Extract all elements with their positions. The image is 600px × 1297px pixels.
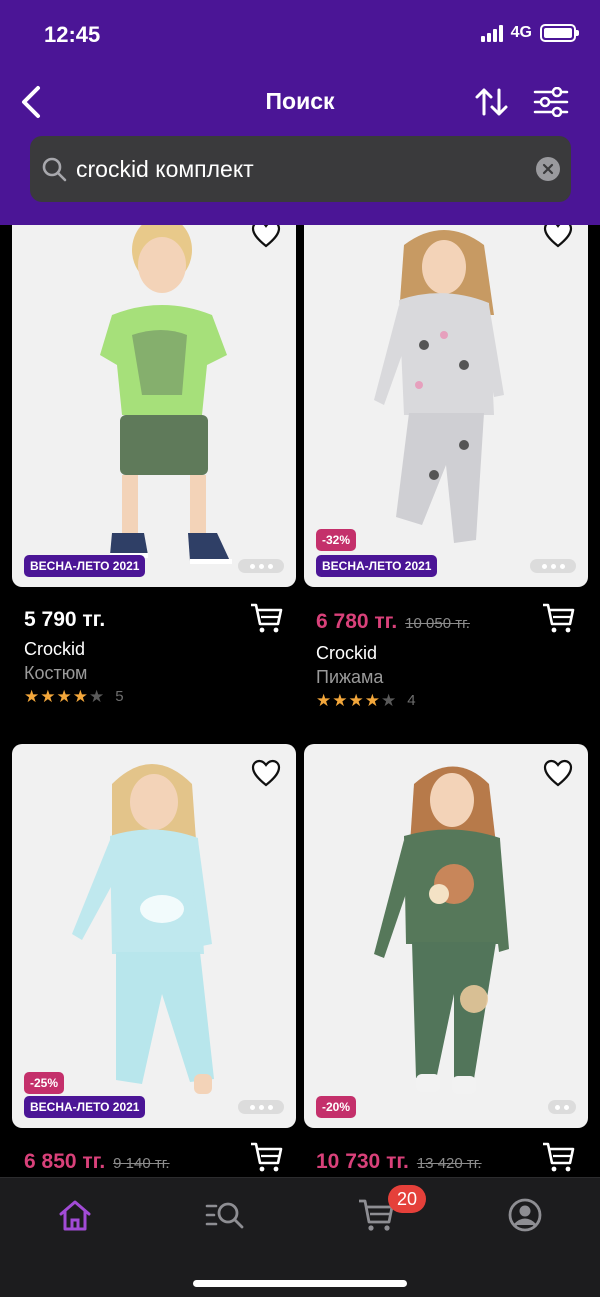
add-to-cart-button[interactable]	[540, 601, 576, 635]
search-bar[interactable]	[30, 136, 571, 202]
favorite-button[interactable]	[542, 758, 574, 788]
bottom-tab-bar: 20	[0, 1177, 600, 1297]
home-icon	[59, 1200, 91, 1231]
product-price: 10 730 тг.	[316, 1150, 409, 1173]
season-badge: ВЕСНА-ЛЕТО 2021	[316, 555, 438, 577]
search-input[interactable]	[76, 155, 516, 183]
old-price: 13 420 тг.	[416, 1155, 482, 1172]
star-icon: ★	[56, 687, 72, 706]
product-rating: ★ ★ ★ ★ ★ 4	[316, 692, 416, 709]
favorite-button[interactable]	[250, 225, 282, 249]
product-type: Костюм	[24, 663, 88, 683]
star-icon: ★	[348, 691, 364, 710]
sort-button[interactable]	[472, 82, 512, 122]
status-indicators: 4G	[480, 24, 579, 42]
star-icon: ★	[40, 687, 56, 706]
product-photo[interactable]: -25% ВЕСНА-ЛЕТО 2021	[12, 744, 296, 1128]
tab-catalog-search[interactable]	[201, 1194, 249, 1236]
search-icon	[40, 155, 68, 183]
photo-pager-dots	[530, 559, 576, 573]
discount-badge: -32%	[316, 529, 357, 551]
network-type: 4G	[510, 24, 532, 41]
product-card[interactable]: ВЕСНА-ЛЕТО 2021 5 790 тг. Crockid Костюм…	[12, 225, 296, 725]
product-price: 6 780 тг.	[316, 610, 398, 633]
cart-icon	[251, 603, 283, 633]
home-indicator[interactable]	[193, 1280, 407, 1287]
photo-pager-dots	[548, 1100, 576, 1114]
add-to-cart-button[interactable]	[540, 1140, 576, 1174]
product-type: Пижама	[316, 667, 384, 687]
cart-icon	[543, 1142, 575, 1172]
product-image-boy-costume	[100, 225, 232, 564]
star-icon: ★	[89, 687, 105, 706]
star-icon: ★	[72, 687, 88, 706]
product-image-girl-green-suit	[374, 766, 509, 1094]
product-card[interactable]: -32% ВЕСНА-ЛЕТО 2021 6 780 тг. 10 050 тг…	[304, 225, 588, 725]
price-row: 5 790 тг.	[24, 608, 105, 632]
catalog-search-icon	[205, 1202, 244, 1229]
signal-icon	[480, 24, 503, 42]
add-to-cart-button[interactable]	[248, 1140, 284, 1174]
product-price: 5 790 тг.	[24, 608, 106, 631]
old-price: 10 050 тг.	[405, 615, 470, 632]
close-icon	[542, 163, 554, 175]
cart-count-badge: 20	[388, 1185, 426, 1213]
clear-search-button[interactable]	[536, 157, 560, 181]
filter-button[interactable]	[530, 82, 572, 122]
filter-sliders-icon	[533, 87, 569, 117]
product-price: 6 850 тг.	[24, 1150, 106, 1173]
tab-home[interactable]	[51, 1194, 99, 1236]
star-icon: ★	[316, 691, 332, 710]
product-rating: ★ ★ ★ ★ ★ 5	[24, 688, 124, 705]
heart-icon	[251, 225, 281, 248]
photo-pager-dots	[238, 559, 284, 573]
star-icon: ★	[24, 687, 40, 706]
add-to-cart-button[interactable]	[248, 601, 284, 635]
review-count: 4	[407, 692, 416, 709]
price-row: 10 730 тг. 13 420 тг.	[316, 1150, 482, 1174]
old-price: 9 140 тг.	[113, 1155, 170, 1172]
price-row: 6 850 тг. 9 140 тг.	[24, 1150, 170, 1174]
cart-icon	[251, 1142, 283, 1172]
heart-icon	[543, 225, 573, 248]
product-brand: Crockid	[24, 639, 86, 659]
product-photo[interactable]: -20%	[304, 744, 588, 1128]
favorite-button[interactable]	[250, 758, 282, 788]
top-app-bar: 12:45 4G Поиск	[0, 0, 600, 225]
product-brand: Crockid	[316, 643, 378, 663]
star-icon: ★	[332, 691, 348, 710]
price-row: 6 780 тг. 10 050 тг.	[316, 610, 470, 634]
sort-arrows-icon	[475, 88, 508, 116]
discount-badge: -20%	[316, 1096, 357, 1118]
product-image-girl-light-blue-pajamas	[72, 764, 214, 1094]
discount-badge: -25%	[24, 1072, 65, 1094]
review-count: 5	[115, 688, 124, 705]
profile-icon	[508, 1198, 542, 1232]
product-photo[interactable]: -32% ВЕСНА-ЛЕТО 2021	[304, 225, 588, 587]
heart-icon	[543, 759, 573, 787]
tab-profile[interactable]	[501, 1194, 549, 1236]
season-badge: ВЕСНА-ЛЕТО 2021	[24, 1096, 146, 1118]
season-badge: ВЕСНА-ЛЕТО 2021	[24, 555, 146, 577]
favorite-button[interactable]	[542, 225, 574, 249]
star-icon: ★	[381, 691, 397, 710]
photo-pager-dots	[238, 1100, 284, 1114]
star-icon: ★	[364, 691, 380, 710]
product-photo[interactable]: ВЕСНА-ЛЕТО 2021	[12, 225, 296, 587]
product-card[interactable]: -20% 10 730 тг. 13 420 тг.	[304, 744, 588, 1177]
cart-icon	[543, 603, 575, 633]
battery-icon	[540, 24, 579, 42]
product-card[interactable]: -25% ВЕСНА-ЛЕТО 2021 6 850 тг. 9 140 тг.	[12, 744, 296, 1177]
status-time: 12:45	[44, 22, 101, 47]
heart-icon	[251, 759, 281, 787]
